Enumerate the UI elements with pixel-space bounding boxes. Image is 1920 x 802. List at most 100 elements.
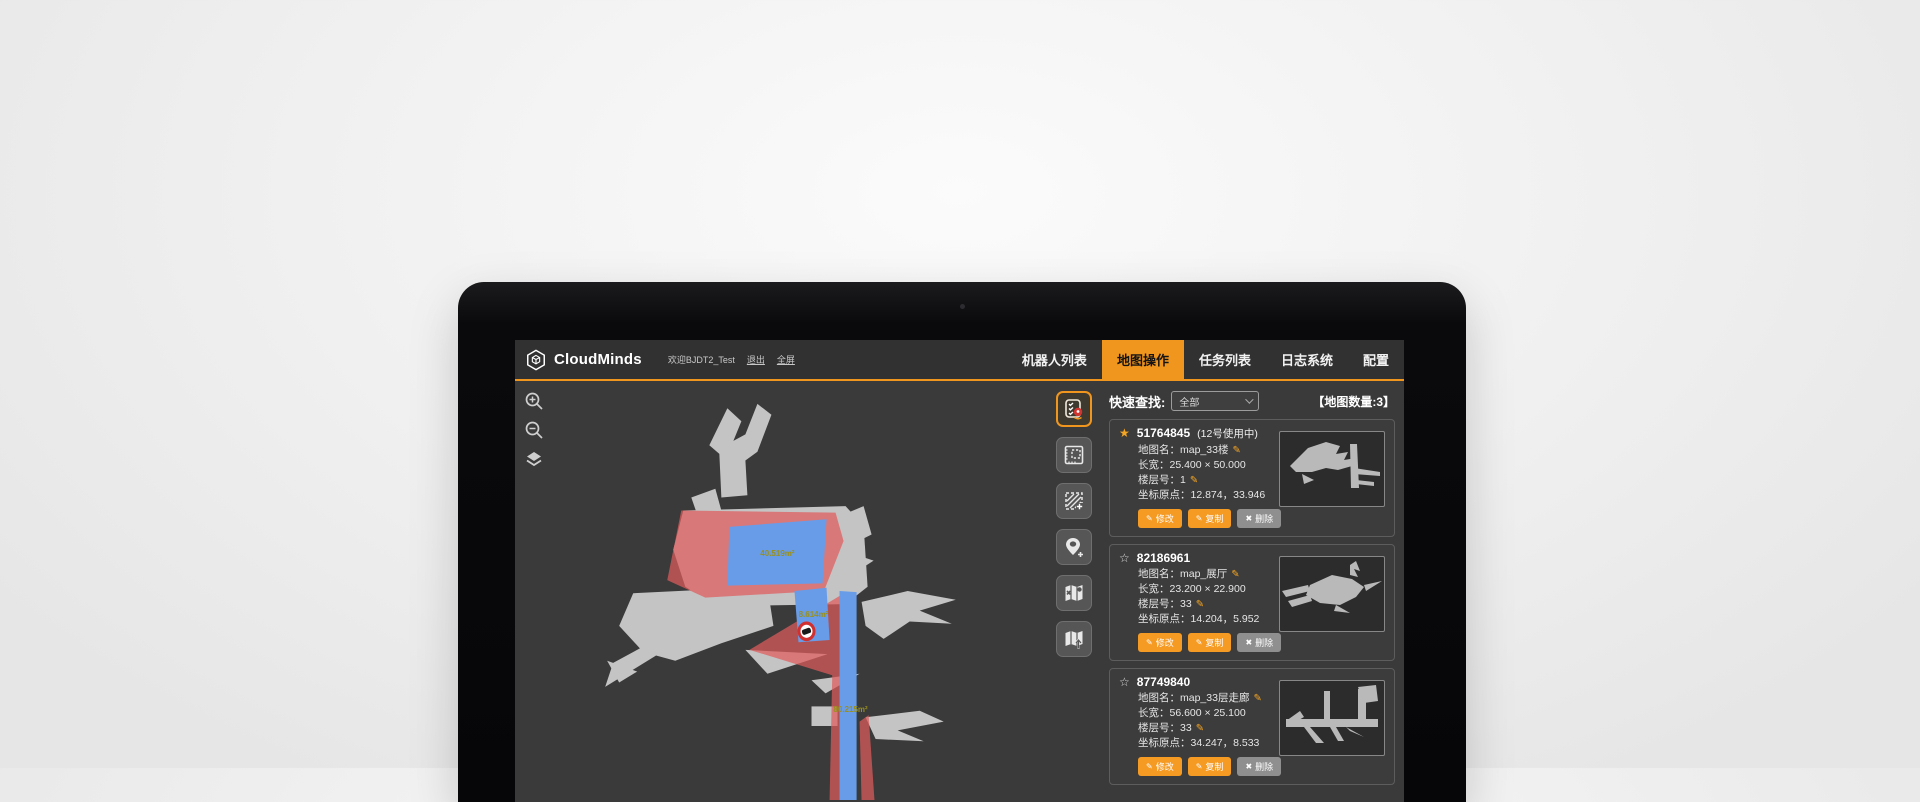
modify-button[interactable]: ✎修改 [1138,757,1182,776]
map-name-label: 地图名： [1138,568,1180,580]
edit-floor-pencil-icon[interactable]: ✎ [1196,723,1204,734]
map-id: 87749840 [1137,675,1190,689]
main-nav: 机器人列表 地图操作 任务列表 日志系统 配置 [1007,340,1404,379]
delete-button[interactable]: ✖删除 [1237,757,1281,776]
map-canvas[interactable]: 40.519m² 8.614m² 80.215m² [515,381,1100,800]
pencil-icon: ✎ [1146,638,1153,647]
map-card: ☆ 82186961 地图名：map_展厅 ✎ 长宽：23.200 × 22.90… [1109,544,1395,661]
pencil-icon: ✎ [1146,762,1153,771]
map-origin-value: 34.247，8.533 [1191,737,1260,749]
map-filter-value: 全部 [1179,394,1199,409]
nav-config[interactable]: 配置 [1348,340,1404,379]
map-name-value: map_33层走廊 [1180,692,1249,704]
map-card: ☆ 87749840 地图名：map_33层走廊 ✎ 长宽：56.600 × 25… [1109,668,1395,785]
map-origin-label: 坐标原点： [1138,737,1191,749]
copy-button[interactable]: ✎复制 [1188,757,1232,776]
map-origin-label: 坐标原点： [1138,489,1191,501]
map-name-label: 地图名： [1138,692,1180,704]
map-count-badge: 【地图数量:3】 [1312,393,1395,410]
favorite-star-icon[interactable]: ☆ [1119,552,1130,564]
map-floor-label: 楼层号： [1138,598,1180,610]
copy-button[interactable]: ✎复制 [1188,633,1232,652]
map-size-label: 长宽： [1138,459,1170,471]
robot-marker[interactable] [799,623,814,639]
nav-map-operations[interactable]: 地图操作 [1102,340,1184,379]
map-toolbar [1056,391,1092,657]
nav-log-system[interactable]: 日志系统 [1266,340,1348,379]
quick-search-label: 快速查找: [1109,392,1165,411]
pencil-icon: ✎ [1146,514,1153,523]
welcome-area: 欢迎BJDT2_Test 退出 全屏 [668,353,795,366]
map-in-use-tag: (12号使用中) [1197,426,1258,441]
zoom-in-icon[interactable] [524,391,544,411]
edit-name-pencil-icon[interactable]: ✎ [1231,569,1239,580]
welcome-text: 欢迎BJDT2_Test [668,353,735,366]
tool-map-upload-icon[interactable] [1056,621,1092,657]
modify-button[interactable]: ✎修改 [1138,509,1182,528]
map-size-label: 长宽： [1138,583,1170,595]
delete-icon: ✖ [1245,638,1252,647]
modify-button[interactable]: ✎修改 [1138,633,1182,652]
pencil-icon: ✎ [1196,514,1203,523]
tool-location-pin-add-icon[interactable] [1056,529,1092,565]
laptop-frame: CloudMinds 欢迎BJDT2_Test 退出 全屏 机器人列表 地图操作… [458,282,1466,802]
zoom-out-icon[interactable] [524,420,544,440]
panel-top-bar: 快速查找: 全部 【地图数量:3】 [1109,391,1395,411]
map-origin-value: 14.204，5.952 [1191,613,1260,625]
area-label-small-room: 8.614m² [799,609,829,619]
map-floor-label: 楼层号： [1138,474,1180,486]
map-origin-label: 坐标原点： [1138,613,1191,625]
map-origin-value: 12.874，33.946 [1191,489,1266,501]
webcam-dot [960,304,965,309]
delete-button[interactable]: ✖删除 [1237,509,1281,528]
favorite-star-icon[interactable]: ☆ [1119,676,1130,688]
app-header: CloudMinds 欢迎BJDT2_Test 退出 全屏 机器人列表 地图操作… [515,340,1404,381]
delete-button[interactable]: ✖删除 [1237,633,1281,652]
map-thumbnail[interactable] [1279,556,1385,632]
fullscreen-link[interactable]: 全屏 [777,353,795,366]
nav-robot-list[interactable]: 机器人列表 [1007,340,1102,379]
edit-floor-pencil-icon[interactable]: ✎ [1190,475,1198,486]
logout-link[interactable]: 退出 [747,353,765,366]
floor-map: 40.519m² 8.614m² 80.215m² [515,381,1100,800]
map-name-value: map_33楼 [1180,444,1228,456]
nav-task-list[interactable]: 任务列表 [1184,340,1266,379]
map-size-value: 56.600 × 25.100 [1170,707,1246,719]
map-floor-value: 33 [1180,598,1192,610]
edit-name-pencil-icon[interactable]: ✎ [1253,693,1261,704]
map-size-label: 长宽： [1138,707,1170,719]
brand-name: CloudMinds [554,351,642,368]
copy-button[interactable]: ✎复制 [1188,509,1232,528]
delete-icon: ✖ [1245,762,1252,771]
map-thumbnail[interactable] [1279,680,1385,756]
map-name-value: map_展厅 [1180,568,1227,580]
brand: CloudMinds [525,349,642,371]
pencil-icon: ✎ [1196,638,1203,647]
tool-map-delete-icon[interactable] [1056,575,1092,611]
map-floor-label: 楼层号： [1138,722,1180,734]
tool-marker-checklist-icon[interactable] [1056,391,1092,427]
map-card: ★ 51764845 (12号使用中) 地图名：map_33楼✎ 长宽：25.4… [1109,419,1395,537]
tool-map-frame-select-icon[interactable] [1056,437,1092,473]
map-id: 51764845 [1137,426,1190,440]
map-name-label: 地图名： [1138,444,1180,456]
map-floor-value: 1 [1180,474,1186,486]
map-size-value: 23.200 × 22.900 [1170,583,1246,595]
favorite-star-icon[interactable]: ★ [1119,427,1130,439]
tool-hatched-area-add-icon[interactable] [1056,483,1092,519]
cloudminds-logo-icon [525,349,547,371]
map-filter-select[interactable]: 全部 [1171,391,1259,411]
area-label-corridor: 80.215m² [833,704,867,714]
app-screen: CloudMinds 欢迎BJDT2_Test 退出 全屏 机器人列表 地图操作… [515,340,1404,802]
chevron-down-icon [1246,395,1254,403]
edit-name-pencil-icon[interactable]: ✎ [1232,445,1240,456]
map-thumbnail[interactable] [1279,431,1385,507]
edit-floor-pencil-icon[interactable]: ✎ [1196,599,1204,610]
map-controls [524,391,544,469]
pencil-icon: ✎ [1196,762,1203,771]
area-label-large-room: 40.519m² [760,548,794,558]
map-floor-value: 33 [1180,722,1192,734]
layers-icon[interactable] [524,449,544,469]
map-id: 82186961 [1137,551,1190,565]
map-list-panel: 快速查找: 全部 【地图数量:3】 ★ 51764845 (12号使用中) [1100,381,1404,800]
